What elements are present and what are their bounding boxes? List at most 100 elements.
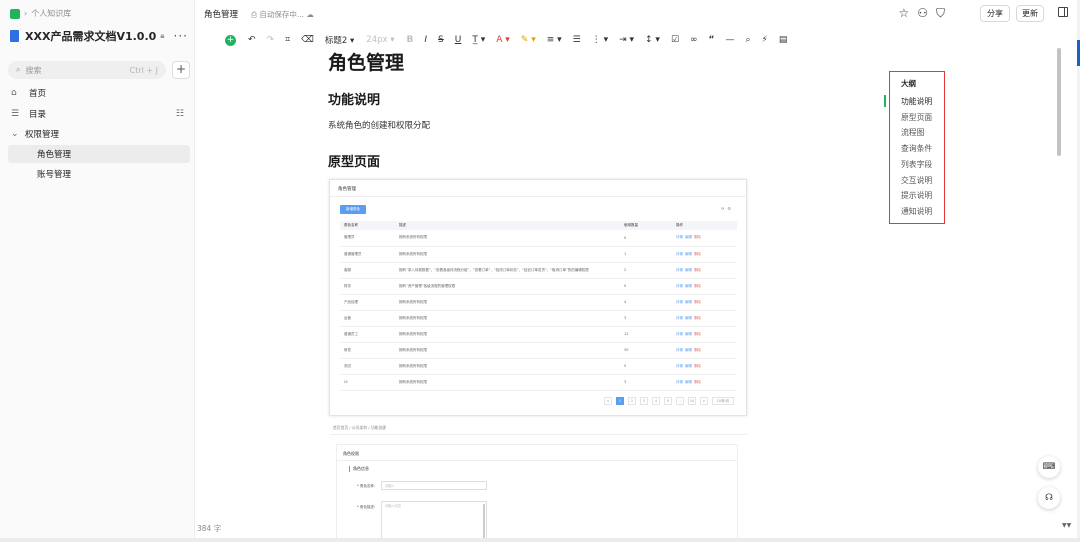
outline-title: 大纲: [901, 79, 916, 88]
doc-header: 角色管理 ⎙ 自动保存中... ☁ ☆ ⚇ ⛉ 分享 更新: [196, 0, 1080, 28]
clear-format-icon[interactable]: ⌫: [301, 35, 314, 45]
more-text-format-icon[interactable]: T̲ ▾: [472, 35, 485, 45]
task-list-icon[interactable]: ☑: [671, 35, 679, 45]
sidebar-item-role-management[interactable]: 角色管理: [8, 145, 190, 163]
search-placeholder: 搜索: [25, 65, 42, 75]
proto-th: 角色名称: [340, 221, 395, 230]
proto-field2-textarea: 请输入内容: [381, 501, 487, 542]
star-icon[interactable]: ☆: [898, 6, 909, 21]
scroll-arrows-icon[interactable]: ▼▼: [1062, 522, 1071, 529]
help-support-button[interactable]: ☊: [1038, 487, 1060, 509]
highlight-icon[interactable]: ✎ ▾: [521, 35, 536, 45]
proto-cell-actions: 详情 编辑 删除: [672, 294, 737, 311]
sidebar-item-toc[interactable]: ☰ 目录 ☷: [8, 105, 190, 123]
proto-cell-desc: 拥有“录入待报数据”，“查看各级待流程分组”，“查看订单”，“批改订单状态”，“…: [395, 262, 620, 279]
outline-panel: 大纲 功能说明原型页面流程图查询条件列表字段交互说明提示说明通知说明: [889, 71, 945, 224]
book-title[interactable]: XXX产品需求文档V1.0.0: [25, 28, 156, 44]
proto-pager-item: 1: [616, 397, 624, 405]
toc-settings-icon[interactable]: ☷: [176, 109, 184, 119]
doc-title[interactable]: 角色管理: [328, 48, 404, 75]
proto-cell-count: 4: [620, 294, 672, 311]
ordered-list-icon[interactable]: ⋮ ▾: [592, 35, 608, 45]
underline-icon[interactable]: U: [455, 35, 462, 45]
scrollbar[interactable]: [1057, 48, 1061, 156]
proto-table-header: 角色名称 描述 使用数量 操作: [340, 221, 737, 230]
divider-icon[interactable]: —: [725, 35, 734, 45]
present-icon[interactable]: ⛉: [936, 6, 945, 21]
section-paragraph[interactable]: 系统角色的创建和权限分配: [328, 119, 430, 131]
line-height-icon[interactable]: ↕ ▾: [645, 35, 660, 45]
breadcrumb[interactable]: › 个人知识库: [10, 8, 71, 19]
sidebar-item-label: 首页: [29, 89, 47, 99]
outline-item[interactable]: 通知说明: [901, 206, 932, 217]
bold-icon[interactable]: B: [407, 35, 414, 45]
insert-plus-icon[interactable]: +: [225, 34, 236, 46]
outline-item[interactable]: 流程图: [901, 127, 924, 138]
sidebar-item-account-management[interactable]: 账号管理: [8, 165, 190, 183]
keyboard-shortcuts-button[interactable]: ⌨: [1038, 456, 1060, 478]
link-icon[interactable]: ∞: [690, 35, 698, 45]
proto-pager-item: 10: [688, 397, 696, 405]
search-input[interactable]: ⌕ 搜索 Ctrl + J: [8, 61, 166, 79]
heading-select[interactable]: 标题2 ▾: [325, 34, 354, 46]
list-icon: ☰: [11, 109, 20, 119]
breadcrumb-label: 个人知识库: [31, 9, 72, 18]
share-button[interactable]: 分享: [980, 5, 1010, 22]
prototype-image-list[interactable]: 角色管理 新增角色 ⟳⚙ 角色名称 描述 使用数量 操作 管理员 拥有系统所有权限…: [329, 179, 747, 416]
outline-item[interactable]: 功能说明: [901, 96, 932, 107]
proto-action-link: 编辑: [685, 331, 692, 336]
align-icon[interactable]: ≡ ▾: [547, 35, 562, 45]
font-size-select[interactable]: 24px ▾: [366, 35, 394, 45]
proto-pager-item: <: [604, 397, 612, 405]
font-color-icon[interactable]: A ▾: [496, 35, 510, 45]
proto-action-link: 详情: [676, 267, 683, 272]
indent-icon[interactable]: ⇥ ▾: [619, 35, 634, 45]
section-heading-function[interactable]: 功能说明: [328, 89, 380, 108]
sidebar-item-label: 权限管理: [25, 130, 60, 140]
sidebar-item-permissions[interactable]: ⌄ 权限管理: [8, 125, 190, 143]
taskbar-edge: [0, 538, 1080, 542]
add-button[interactable]: +: [172, 61, 190, 79]
template-icon[interactable]: ▤: [779, 35, 788, 45]
sidebar-item-label: 角色管理: [37, 150, 72, 160]
sidebar-item-home[interactable]: ⌂ 首页: [8, 84, 190, 102]
proto-cell-desc: 拥有系统所有权限: [395, 310, 620, 327]
italic-icon[interactable]: I: [424, 35, 427, 45]
search-replace-icon[interactable]: ⌕: [745, 35, 750, 45]
undo-icon[interactable]: ↶: [248, 35, 256, 45]
proto-action-link: 详情: [676, 363, 683, 368]
proto-cell-actions: 详情 编辑 删除: [672, 374, 737, 391]
strikethrough-icon[interactable]: S: [438, 35, 444, 45]
proto-cell-actions: 详情 编辑 删除: [672, 342, 737, 359]
proto-action-link: 编辑: [685, 251, 692, 256]
proto-field1-input: 请输入: [381, 481, 487, 490]
add-collaborator-icon[interactable]: ⚇: [917, 6, 928, 21]
chevron-right-icon: ›: [24, 9, 28, 18]
sidebar-toggle-icon[interactable]: [1058, 7, 1068, 17]
more-options-icon[interactable]: ···: [174, 29, 188, 43]
outline-item[interactable]: 查询条件: [901, 143, 932, 154]
format-brush-icon[interactable]: ⚡: [762, 35, 768, 45]
proto-action-link: 详情: [676, 315, 683, 320]
outline-item[interactable]: 提示说明: [901, 190, 932, 201]
proto-pager-item: ...: [676, 397, 684, 405]
proto-breadcrumb: 首页首页 / 公司架构 / 功能创建: [333, 425, 386, 430]
editor-toolbar: + ↶ ↷ ⌗ ⌫ 标题2 ▾ 24px ▾ B I S U T̲ ▾ A ▾ …: [225, 31, 798, 49]
outline-item[interactable]: 交互说明: [901, 175, 932, 186]
format-painter-icon[interactable]: ⌗: [285, 35, 290, 45]
proto-divider: [330, 196, 746, 197]
chevron-down-icon[interactable]: ⌄: [11, 129, 23, 139]
section-heading-prototype[interactable]: 原型页面: [328, 151, 380, 170]
quote-icon[interactable]: “: [709, 35, 715, 45]
prototype-image-form[interactable]: 角色权限 角色信息 * 角色名称: 请输入 * 角色描述: 请输入内容: [336, 444, 738, 542]
proto-action-link: 删除: [694, 347, 701, 352]
bullet-list-icon[interactable]: ☰: [573, 35, 581, 45]
proto-cell-name: 普通员工: [340, 326, 395, 343]
update-button[interactable]: 更新: [1016, 5, 1044, 22]
proto-cell-desc: 拥有系统所有权限: [395, 342, 620, 359]
proto-table-row: 测试 拥有系统所有权限 5 详情 编辑 删除: [340, 358, 737, 375]
redo-icon[interactable]: ↷: [267, 35, 275, 45]
outline-item[interactable]: 原型页面: [901, 112, 932, 123]
outline-item[interactable]: 列表字段: [901, 159, 932, 170]
proto-cell-desc: 拥有系统所有权限: [395, 246, 620, 263]
